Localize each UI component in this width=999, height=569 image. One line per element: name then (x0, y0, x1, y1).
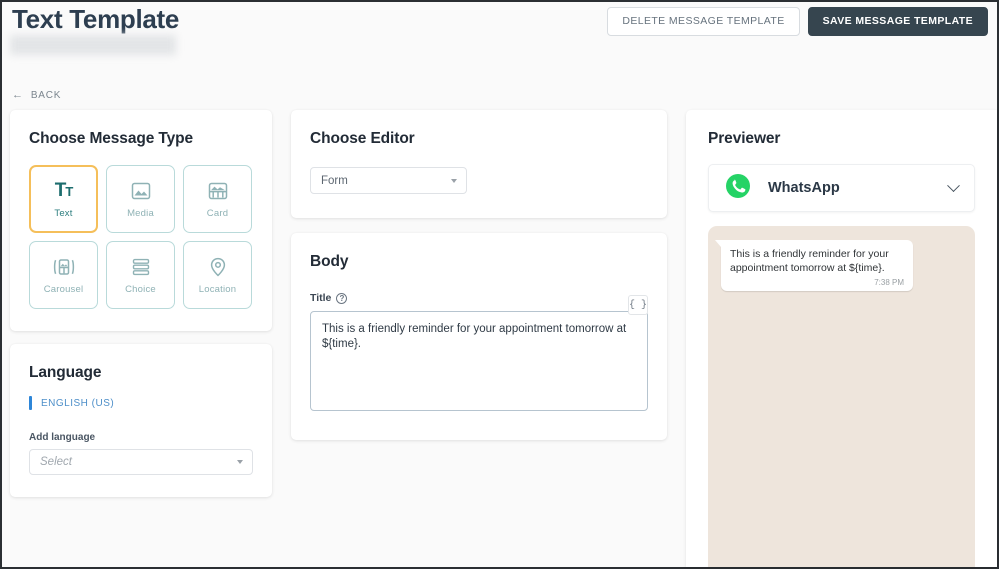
add-language-select[interactable]: Select (29, 449, 253, 475)
list-icon (130, 256, 152, 278)
message-type-label: Card (207, 208, 228, 219)
message-type-label: Carousel (44, 284, 84, 295)
right-column: Previewer WhatsApp This is a friendly re… (686, 110, 997, 567)
choose-message-type-title: Choose Message Type (29, 130, 253, 148)
left-column: Choose Message Type TT Text (10, 110, 272, 567)
arrow-left-icon: ← (12, 90, 24, 101)
add-language-label: Add language (29, 432, 253, 443)
insert-variable-button[interactable]: { } (628, 295, 648, 315)
message-type-tile-card[interactable]: Card (183, 165, 252, 233)
chevron-down-icon (237, 460, 243, 464)
body-card: Body { } Title ? (291, 233, 667, 440)
message-type-label: Choice (125, 284, 156, 295)
back-label: BACK (31, 90, 61, 101)
active-indicator (29, 396, 32, 410)
chat-message-time: 7:38 PM (730, 278, 904, 287)
previewer-channel-name: WhatsApp (768, 180, 949, 196)
editor-select-value: Form (321, 175, 348, 187)
message-type-tile-choice[interactable]: Choice (106, 241, 175, 309)
previewer-channel-selector[interactable]: WhatsApp (708, 164, 975, 212)
whatsapp-icon (725, 173, 751, 204)
page-title: Text Template (12, 4, 179, 35)
body-title: Body (310, 253, 648, 271)
message-type-tile-location[interactable]: Location (183, 241, 252, 309)
text-icon: TT (53, 180, 75, 202)
image-icon (130, 180, 152, 202)
language-title: Language (29, 364, 253, 382)
message-type-tile-carousel[interactable]: Carousel (29, 241, 98, 309)
add-language-value: Select (40, 456, 72, 468)
body-text-input[interactable] (310, 311, 648, 411)
chat-preview-pane: This is a friendly reminder for your app… (708, 226, 975, 567)
back-row: ← BACK (2, 80, 997, 110)
redacted-subtitle (10, 35, 176, 55)
message-type-tile-text[interactable]: TT Text (29, 165, 98, 233)
header-actions: DELETE MESSAGE TEMPLATE SAVE MESSAGE TEM… (607, 7, 988, 36)
chevron-down-icon (947, 179, 960, 192)
middle-column: Choose Editor Form Body { } Title ? (291, 110, 667, 567)
delete-message-template-button[interactable]: DELETE MESSAGE TEMPLATE (607, 7, 799, 36)
card-icon (207, 180, 229, 202)
save-message-template-button[interactable]: SAVE MESSAGE TEMPLATE (808, 7, 988, 36)
page-header: Text Template DELETE MESSAGE TEMPLATE SA… (2, 2, 997, 80)
message-type-grid: TT Text Media (29, 165, 253, 309)
carousel-icon (53, 256, 75, 278)
language-card: Language ENGLISH (US) Add language Selec… (10, 344, 272, 497)
choose-editor-title: Choose Editor (310, 130, 648, 148)
choose-message-type-card: Choose Message Type TT Text (10, 110, 272, 331)
previewer-card: Previewer WhatsApp This is a friendly re… (686, 110, 997, 567)
body-field-label: Title (310, 292, 331, 304)
message-type-label: Text (54, 208, 72, 219)
message-type-label: Media (127, 208, 154, 219)
help-icon[interactable]: ? (336, 293, 347, 304)
chat-message-bubble: This is a friendly reminder for your app… (721, 240, 913, 291)
main-content: Choose Message Type TT Text (2, 110, 997, 567)
body-title-field-row: Title ? (310, 292, 648, 304)
previewer-title: Previewer (708, 130, 975, 148)
language-current-item[interactable]: ENGLISH (US) (29, 396, 253, 410)
pin-icon (207, 256, 229, 278)
message-type-label: Location (199, 284, 237, 295)
chat-message-text: This is a friendly reminder for your app… (730, 247, 904, 275)
back-link[interactable]: ← BACK (12, 90, 61, 101)
message-type-tile-media[interactable]: Media (106, 165, 175, 233)
language-current-label: ENGLISH (US) (41, 398, 114, 409)
chevron-down-icon (451, 179, 457, 183)
app-root: Text Template DELETE MESSAGE TEMPLATE SA… (2, 2, 997, 567)
choose-editor-card: Choose Editor Form (291, 110, 667, 218)
editor-select[interactable]: Form (310, 167, 467, 194)
